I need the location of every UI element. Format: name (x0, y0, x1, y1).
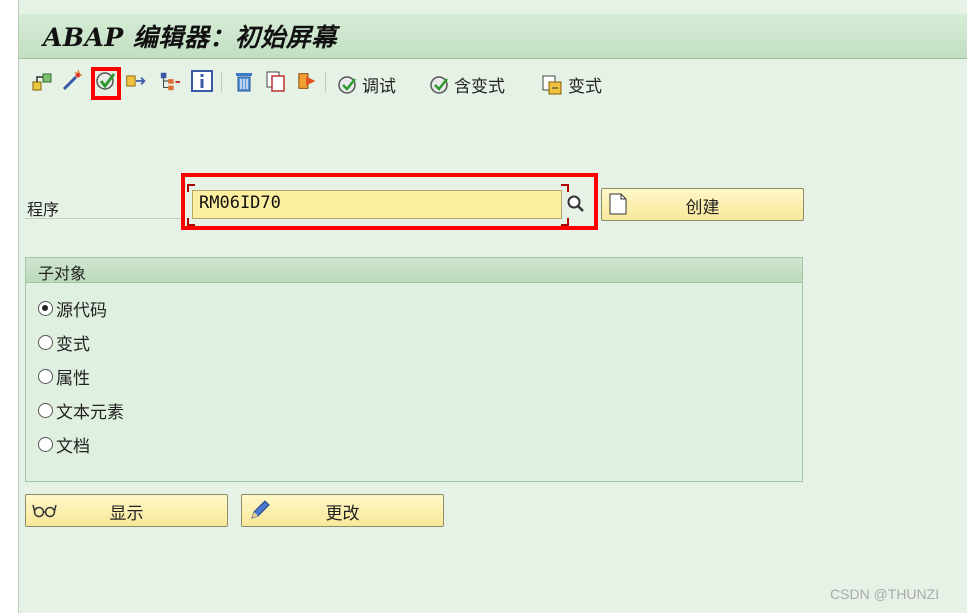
field-focus-corner (561, 184, 569, 192)
display-label: 显示 (109, 504, 144, 524)
radio-label: 文档 (56, 437, 90, 457)
watermark: CSDN @THUNZI (830, 586, 940, 602)
variant-label: 变式 (568, 77, 602, 97)
radio-button[interactable] (38, 369, 53, 384)
radio-button[interactable] (38, 437, 53, 452)
hierarchy-icon[interactable] (159, 70, 181, 92)
program-input[interactable]: RM06ID70 (192, 190, 562, 219)
radio-button[interactable] (38, 403, 53, 418)
radio-label: 属性 (56, 369, 90, 389)
with-variant-button[interactable]: 含变式 (429, 72, 505, 97)
radio-variant[interactable]: 变式 (38, 330, 90, 355)
check-icon-highlight (91, 67, 121, 100)
variant-button[interactable]: 变式 (541, 72, 602, 97)
program-label: 程序 (27, 200, 60, 219)
magic-wand-icon[interactable] (61, 70, 83, 92)
change-label: 更改 (325, 504, 360, 524)
create-button[interactable]: 创建 (601, 188, 804, 221)
variant-icon (542, 75, 562, 94)
radio-documentation[interactable]: 文档 (38, 432, 90, 457)
change-button[interactable]: 更改 (241, 494, 444, 527)
search-icon (567, 195, 584, 212)
toolbar-separator (325, 72, 326, 92)
page-title: ABAP 编辑器：初始屏幕 (43, 23, 337, 52)
radio-button-selected[interactable] (38, 301, 53, 316)
execute-with-variant-icon (430, 75, 448, 94)
rename-icon[interactable] (297, 70, 319, 92)
field-focus-corner (187, 218, 195, 226)
radio-label: 源代码 (56, 301, 107, 321)
debug-label: 调试 (362, 77, 396, 97)
trash-icon[interactable] (233, 70, 255, 92)
debug-icon (338, 75, 356, 94)
radio-label: 变式 (56, 335, 90, 355)
search-help-button[interactable] (565, 192, 587, 216)
radio-source-code[interactable]: 源代码 (38, 296, 107, 321)
radio-label: 文本元素 (56, 403, 124, 423)
create-label: 创建 (685, 198, 720, 218)
subobjects-header: 子对象 (26, 258, 802, 283)
toolbar-separator (221, 72, 222, 92)
with-variant-label: 含变式 (454, 77, 505, 97)
sap-window: ABAP 编辑器：初始屏幕 调试 含变式 变式 程序 RM06ID70 创建 子… (18, 0, 967, 613)
debug-button[interactable]: 调试 (337, 72, 396, 97)
copy-icon[interactable] (265, 70, 287, 92)
field-focus-corner (561, 218, 569, 226)
object-list-icon[interactable] (31, 70, 53, 92)
activate-icon[interactable] (125, 70, 147, 92)
application-toolbar: 调试 含变式 变式 (19, 60, 967, 106)
subobjects-group: 子对象 源代码 变式 属性 文本元素 文档 (25, 257, 803, 482)
info-icon[interactable] (191, 70, 213, 92)
display-button[interactable]: 显示 (25, 494, 228, 527)
title-bar: ABAP 编辑器：初始屏幕 (19, 14, 967, 59)
radio-attributes[interactable]: 属性 (38, 364, 90, 389)
subobjects-title: 子对象 (38, 264, 87, 283)
program-label-underline (25, 218, 183, 219)
radio-button[interactable] (38, 335, 53, 350)
radio-text-elements[interactable]: 文本元素 (38, 398, 124, 423)
